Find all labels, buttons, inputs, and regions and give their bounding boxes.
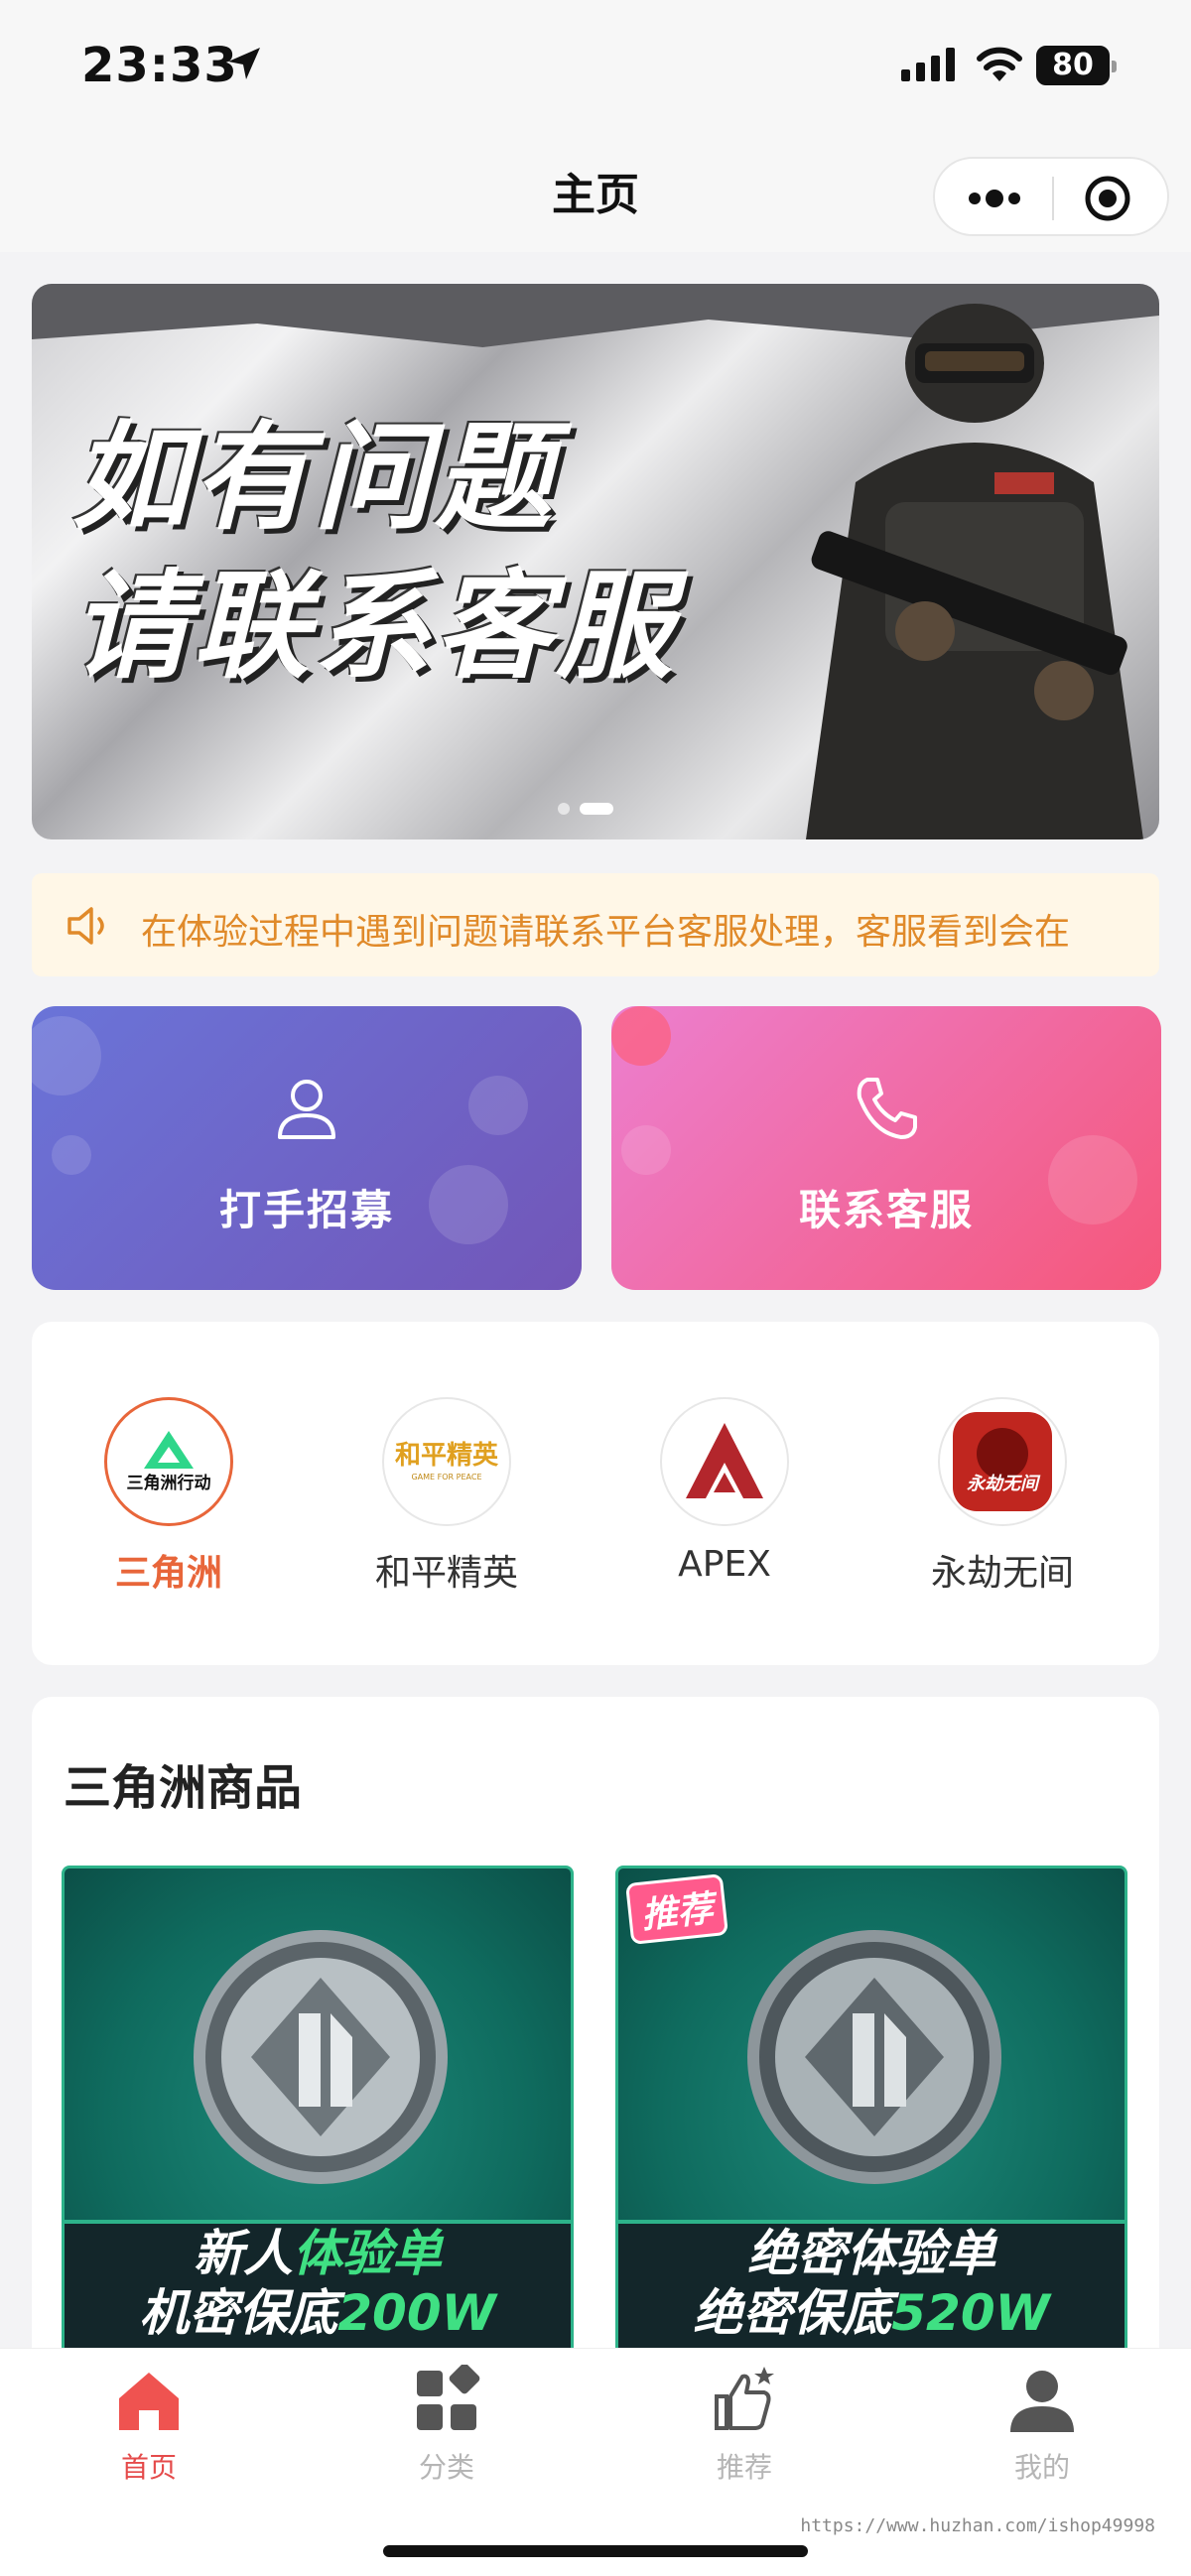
wifi-icon	[977, 47, 1022, 81]
tab-label: 推荐	[716, 2451, 772, 2484]
delta-force-coin-image	[194, 1930, 448, 2184]
notice-text: 在体验过程中遇到问题请联系平台客服处理，客服看到会在	[141, 912, 1071, 953]
phone-icon	[857, 1078, 917, 1139]
mini-program-capsule	[933, 157, 1169, 236]
game-name: 永劫无间	[930, 1553, 1074, 1594]
decor-bubble	[32, 1016, 101, 1095]
products-section: 三角洲商品 新人体验单 机密保底200W 推荐 绝密体验单 绝密保底520W	[32, 1697, 1159, 2352]
home-indicator[interactable]	[383, 2545, 808, 2557]
game-name: APEX	[678, 1544, 771, 1585]
product-line-highlight: 200W	[337, 2284, 496, 2342]
peace-elite-logo: 和平精英 GAME FOR PEACE	[382, 1397, 511, 1526]
banner-headline: 如有问题 请联系客服	[71, 403, 677, 701]
tab-category[interactable]: 分类	[298, 2363, 596, 2486]
more-options-icon[interactable]	[965, 187, 1024, 210]
soldier-illustration	[806, 304, 1143, 839]
cellular-signal-icon	[901, 48, 955, 81]
game-item-apex[interactable]: APEX	[605, 1397, 844, 1585]
profile-icon	[1010, 2371, 1074, 2432]
apex-logo	[660, 1397, 789, 1526]
delta-force-coin-image	[747, 1930, 1001, 2184]
bottom-tab-bar: 首页 分类 推荐 我的 https://www.huzhan.com/ishop…	[0, 2348, 1191, 2576]
game-item-delta-force[interactable]: 三角洲行动 三角洲	[50, 1397, 288, 1596]
section-title: 三角洲商品	[64, 1760, 303, 1816]
product-label-banner: 新人体验单 机密保底200W	[65, 2220, 571, 2352]
close-mini-program-icon[interactable]	[1084, 175, 1131, 222]
tab-home[interactable]: 首页	[0, 2365, 298, 2486]
game-name: 三角洲	[114, 1553, 222, 1594]
tab-recommend[interactable]: 推荐	[596, 2365, 893, 2486]
nav-bar: 主页	[0, 129, 1191, 252]
game-category-panel: 三角洲行动 三角洲 和平精英 GAME FOR PEACE 和平精英 APEX	[32, 1322, 1159, 1665]
svg-text:和平精英: 和平精英	[395, 1441, 499, 1471]
location-arrow-icon	[228, 48, 260, 79]
game-name: 和平精英	[374, 1553, 518, 1594]
category-icon	[417, 2363, 480, 2430]
game-item-peace-elite[interactable]: 和平精英 GAME FOR PEACE 和平精英	[328, 1397, 566, 1596]
notice-bar: 在体验过程中遇到问题请联系平台客服处理，客服看到会在	[32, 873, 1159, 976]
capsule-divider	[1052, 177, 1054, 220]
status-bar: 23:33 80	[0, 0, 1191, 129]
product-line: 机密保底	[139, 2284, 338, 2342]
speaker-icon	[67, 907, 104, 945]
product-card[interactable]: 新人体验单 机密保底200W	[62, 1866, 574, 2352]
banner-pagination	[558, 798, 623, 817]
svg-text:永劫无间: 永劫无间	[967, 1474, 1041, 1494]
naraka-logo: 永劫无间	[938, 1397, 1067, 1526]
promo-banner[interactable]: 如有问题 请联系客服	[32, 284, 1159, 839]
recruit-card[interactable]: 打手招募	[32, 1006, 582, 1290]
decor-bubble	[52, 1135, 91, 1175]
delta-force-logo: 三角洲行动	[104, 1397, 233, 1526]
tab-profile[interactable]: 我的	[893, 2365, 1191, 2486]
svg-text:三角洲行动: 三角洲行动	[127, 1473, 211, 1493]
watermark: https://www.huzhan.com/ishop49998	[800, 2515, 1155, 2536]
tab-label: 分类	[418, 2451, 474, 2484]
contact-service-label: 联系客服	[798, 1186, 974, 1234]
product-label-banner: 绝密体验单 绝密保底520W	[618, 2220, 1125, 2352]
user-icon	[278, 1080, 335, 1139]
status-time: 23:33	[81, 38, 238, 93]
home-icon	[119, 2373, 179, 2430]
decor-bubble	[621, 1125, 671, 1175]
battery-indicator: 80	[1036, 46, 1117, 85]
decor-bubble	[611, 1006, 671, 1066]
product-card[interactable]: 推荐 绝密体验单 绝密保底520W	[615, 1866, 1127, 2352]
recommend-badge: 推荐	[625, 1873, 728, 1945]
game-item-naraka[interactable]: 永劫无间 永劫无间	[883, 1397, 1122, 1596]
svg-text:GAME FOR PEACE: GAME FOR PEACE	[411, 1473, 481, 1481]
contact-service-card[interactable]: 联系客服	[611, 1006, 1161, 1290]
product-line: 绝密保底	[693, 2284, 892, 2342]
thumbs-up-icon	[715, 2367, 774, 2430]
product-line-highlight: 体验单	[293, 2225, 442, 2282]
banner-dot-active[interactable]	[580, 802, 613, 815]
recruit-label: 打手招募	[218, 1186, 394, 1234]
tab-label: 我的	[1013, 2451, 1070, 2484]
product-line: 新人	[194, 2225, 293, 2282]
banner-dot[interactable]	[558, 802, 570, 815]
tab-label: 首页	[120, 2451, 177, 2484]
product-line: 绝密体验单	[747, 2225, 995, 2282]
banner-line-1: 如有问题	[71, 408, 557, 546]
product-line-highlight: 520W	[891, 2284, 1050, 2342]
decor-bubble	[468, 1076, 528, 1135]
banner-line-2: 请联系客服	[71, 557, 678, 695]
